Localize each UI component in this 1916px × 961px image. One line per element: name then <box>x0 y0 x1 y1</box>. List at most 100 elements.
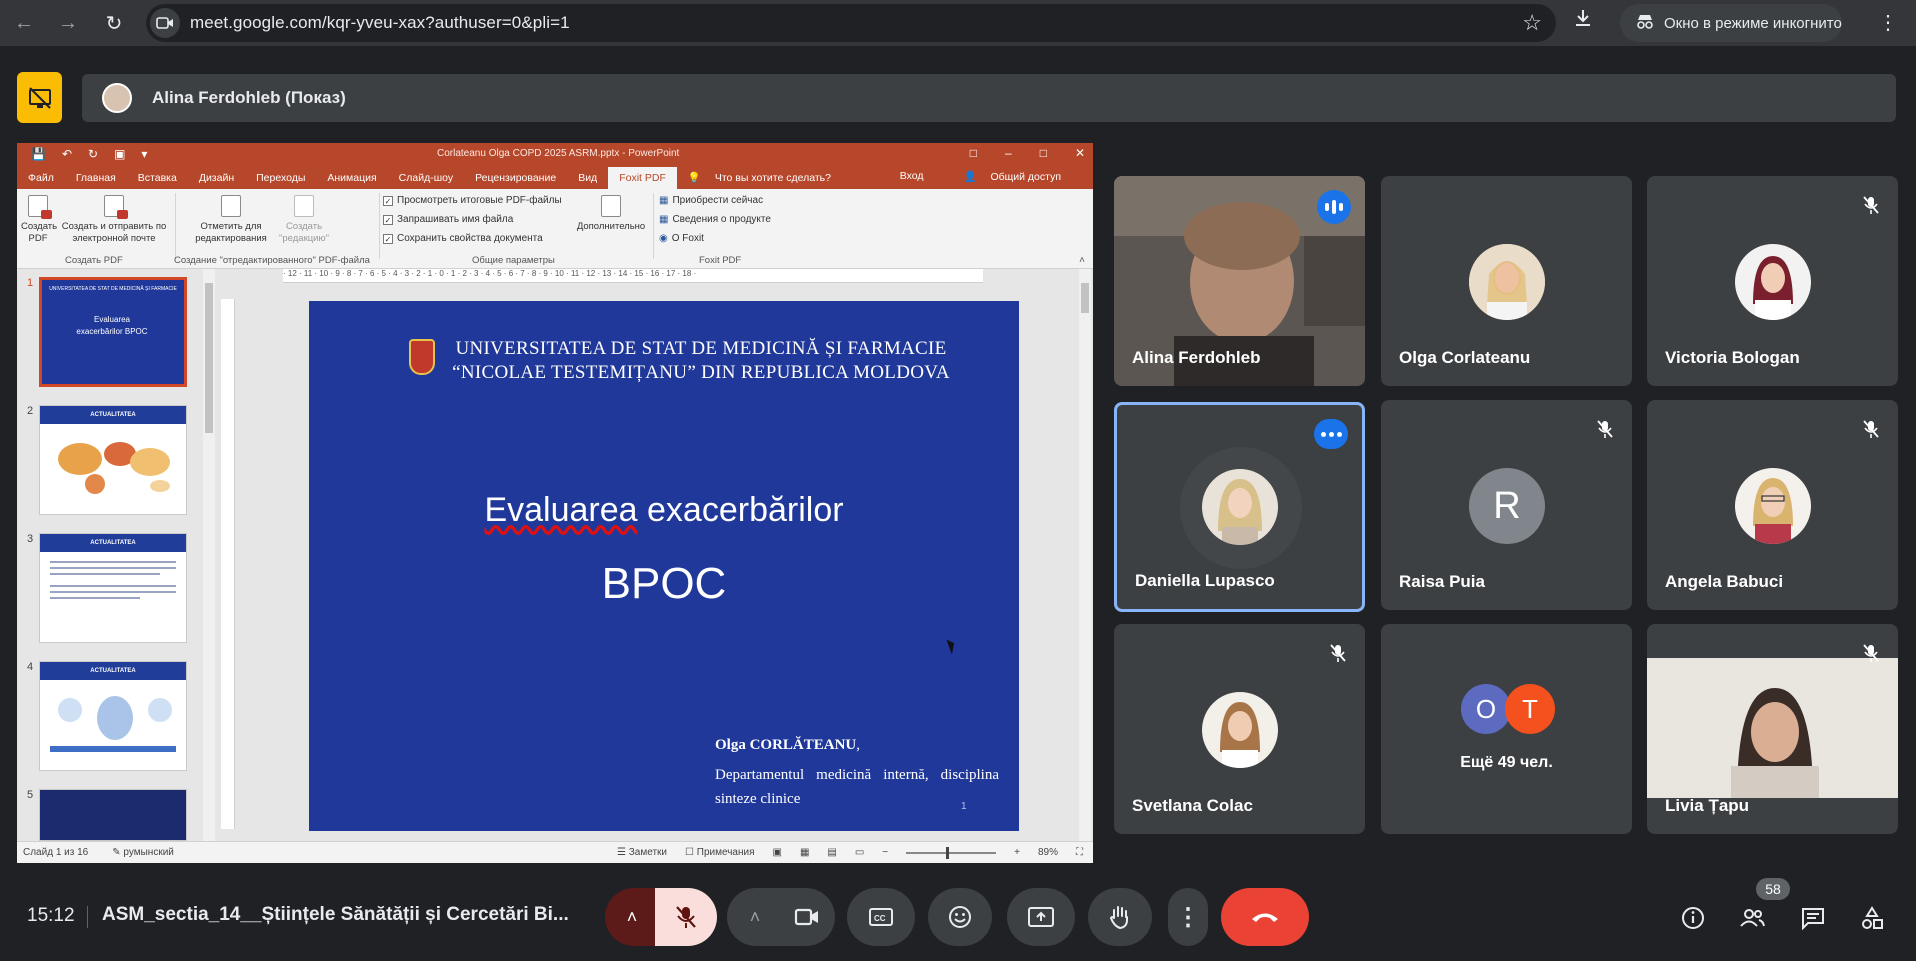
address-bar[interactable]: meet.google.com/kqr-yveu-xax?authuser=0&… <box>146 4 1556 42</box>
thumb-header: ACTUALITATEA <box>40 662 186 680</box>
buy-now-label: Приобрести сейчас <box>672 195 764 206</box>
ribbon-options-icon: □ <box>969 146 977 160</box>
thumb-number: 2 <box>27 405 34 417</box>
chat-icon[interactable] <box>1797 902 1829 934</box>
comments-label: Примечания <box>696 847 755 858</box>
slide-title-word-1: Evaluarea <box>484 491 638 529</box>
option-ask-filename-label: Запрашивать имя файла <box>397 214 514 225</box>
participant-tile[interactable]: Livia Țapu <box>1647 624 1898 834</box>
participant-tile[interactable]: Olga Corlateanu <box>1381 176 1632 386</box>
download-icon[interactable] <box>1573 8 1593 34</box>
sorter-view-icon: ▦ <box>799 847 810 858</box>
video-options-button[interactable]: ˄ <box>727 888 783 946</box>
checkbox-checked-icon: ✓ <box>383 233 393 244</box>
participant-initial-avatar: R <box>1469 468 1545 544</box>
back-icon[interactable]: ← <box>4 3 44 43</box>
tab-design: Дизайн <box>198 172 235 184</box>
group-create-label: Создать PDF <box>65 255 123 266</box>
hang-up-icon <box>1252 913 1278 922</box>
incognito-chip[interactable]: Окно в режиме инкогнито <box>1620 4 1842 42</box>
vertical-ruler <box>221 299 235 829</box>
microphone-toggle-button[interactable] <box>655 888 717 946</box>
ppt-title-bar: 💾 ↶ ↻ ▣ ▾ Corlateanu Olga COPD 2025 ASRM… <box>17 143 1093 165</box>
people-icon[interactable] <box>1736 902 1768 934</box>
raise-hand-button[interactable] <box>1088 888 1152 946</box>
closed-captions-icon: CC <box>869 908 893 926</box>
participant-tile[interactable]: R Raisa Puia <box>1381 400 1632 610</box>
thumb-header: ACTUALITATEA <box>40 406 186 424</box>
thumbnail-scrollbar <box>203 269 215 841</box>
thumbnail-slide: UNIVERSITATEA DE STAT DE MEDICINĂ ȘI FAR… <box>39 277 187 387</box>
participant-avatar <box>1469 244 1545 320</box>
chevron-up-icon: ˄ <box>749 906 761 927</box>
participant-tile[interactable]: Daniella Lupasco <box>1114 402 1365 612</box>
participant-name: Livia Țapu <box>1665 796 1750 815</box>
zoom-in-icon: + <box>1014 847 1020 858</box>
product-info: ▦ Сведения о продукте <box>659 214 771 225</box>
group-foxit-label: Foxit PDF <box>699 255 742 266</box>
tab-animation: Анимация <box>327 172 377 184</box>
present-screen-button[interactable] <box>1007 888 1075 946</box>
presentation-toggle-icon[interactable] <box>17 72 62 123</box>
option-view-pdf-label: Просмотреть итоговые PDF-файлы <box>397 195 562 206</box>
thumb-number: 5 <box>27 789 34 801</box>
incognito-label: Окно в режиме инкогнито <box>1664 14 1842 32</box>
presenter-strip[interactable]: Alina Ferdohleb (Показ) <box>82 74 1896 122</box>
ppt-menu-tabs: Файл Главная Вставка Дизайн Переходы Ани… <box>17 165 1093 189</box>
thumbnail-slide: ACTUALITATEA <box>39 405 187 515</box>
ribbon-divider <box>653 193 654 259</box>
audio-options-button[interactable]: ˄ <box>605 888 659 946</box>
ribbon-divider <box>379 193 380 259</box>
participant-tile[interactable]: Svetlana Colac <box>1114 624 1365 834</box>
scroll-thumb <box>1081 283 1089 313</box>
option-save-props: ✓ Сохранить свойства документа <box>383 233 543 244</box>
participant-avatar <box>1735 468 1811 544</box>
participant-avatar <box>1735 244 1811 320</box>
comments-button: ☐ Примечания <box>685 847 755 858</box>
tab-file: Файл <box>28 172 54 184</box>
participant-tile[interactable]: Angela Babuci <box>1647 400 1898 610</box>
meeting-info-icon[interactable] <box>1677 902 1709 934</box>
mic-off-icon <box>1592 416 1618 442</box>
more-participants-tile[interactable]: O T Ещё 49 чел. <box>1381 624 1632 834</box>
present-screen-icon <box>1028 907 1054 927</box>
maximize-icon: □ <box>1039 146 1047 160</box>
presenter-label: Alina Ferdohleb (Показ) <box>152 88 346 107</box>
thumbnail-slide: ACTUALITATEA <box>39 533 187 643</box>
mic-off-icon <box>676 906 696 928</box>
participant-tile[interactable]: Alina Ferdohleb <box>1114 176 1365 386</box>
url-text[interactable]: meet.google.com/kqr-yveu-xax?authuser=0&… <box>190 13 570 33</box>
leave-call-button[interactable] <box>1221 888 1309 946</box>
more-participants-label: Ещё 49 чел. <box>1460 754 1553 771</box>
participant-name: Olga Corlateanu <box>1399 348 1531 367</box>
reload-icon[interactable]: ↻ <box>94 3 134 43</box>
reactions-button[interactable] <box>928 888 992 946</box>
participant-name: Angela Babuci <box>1665 572 1784 591</box>
more-options-button[interactable]: ⋮ <box>1168 888 1208 946</box>
zoom-level: 89% <box>1037 847 1058 858</box>
browser-menu-icon[interactable]: ⋮ <box>1878 10 1898 35</box>
camera-toggle-button[interactable] <box>779 888 835 946</box>
create-send-button: Создать и отправить по электронной почте <box>59 195 169 245</box>
pencil-doc-icon <box>221 195 241 217</box>
participant-count-badge: 58 <box>1756 878 1790 900</box>
bookmark-star-icon[interactable]: ☆ <box>1522 10 1542 36</box>
redo-icon: ↻ <box>88 147 99 161</box>
collapse-ribbon-icon: ˄ <box>1079 255 1085 266</box>
tab-view: Вид <box>578 172 598 184</box>
captions-button[interactable]: CC <box>847 888 915 946</box>
more-options-icon[interactable] <box>1314 419 1348 449</box>
activities-icon[interactable] <box>1856 902 1888 934</box>
mouse-cursor-icon <box>946 637 958 655</box>
notes-button: ☰ Заметки <box>617 847 667 858</box>
create-pdf-button: Создать PDF <box>21 195 57 245</box>
meet-site-icon[interactable] <box>150 8 180 38</box>
mic-off-icon <box>1325 640 1351 666</box>
participant-name: Raisa Puia <box>1399 572 1485 591</box>
diagram-thumbnail <box>50 696 176 752</box>
horizontal-ruler: · 12 · 11 · 10 · 9 · 8 · 7 · 6 · 5 · 4 ·… <box>283 269 983 283</box>
participant-tile[interactable]: Victoria Bologan <box>1647 176 1898 386</box>
normal-view-icon: ▣ <box>772 847 782 858</box>
presenter-avatar <box>102 83 132 113</box>
forward-icon[interactable]: → <box>48 3 88 43</box>
